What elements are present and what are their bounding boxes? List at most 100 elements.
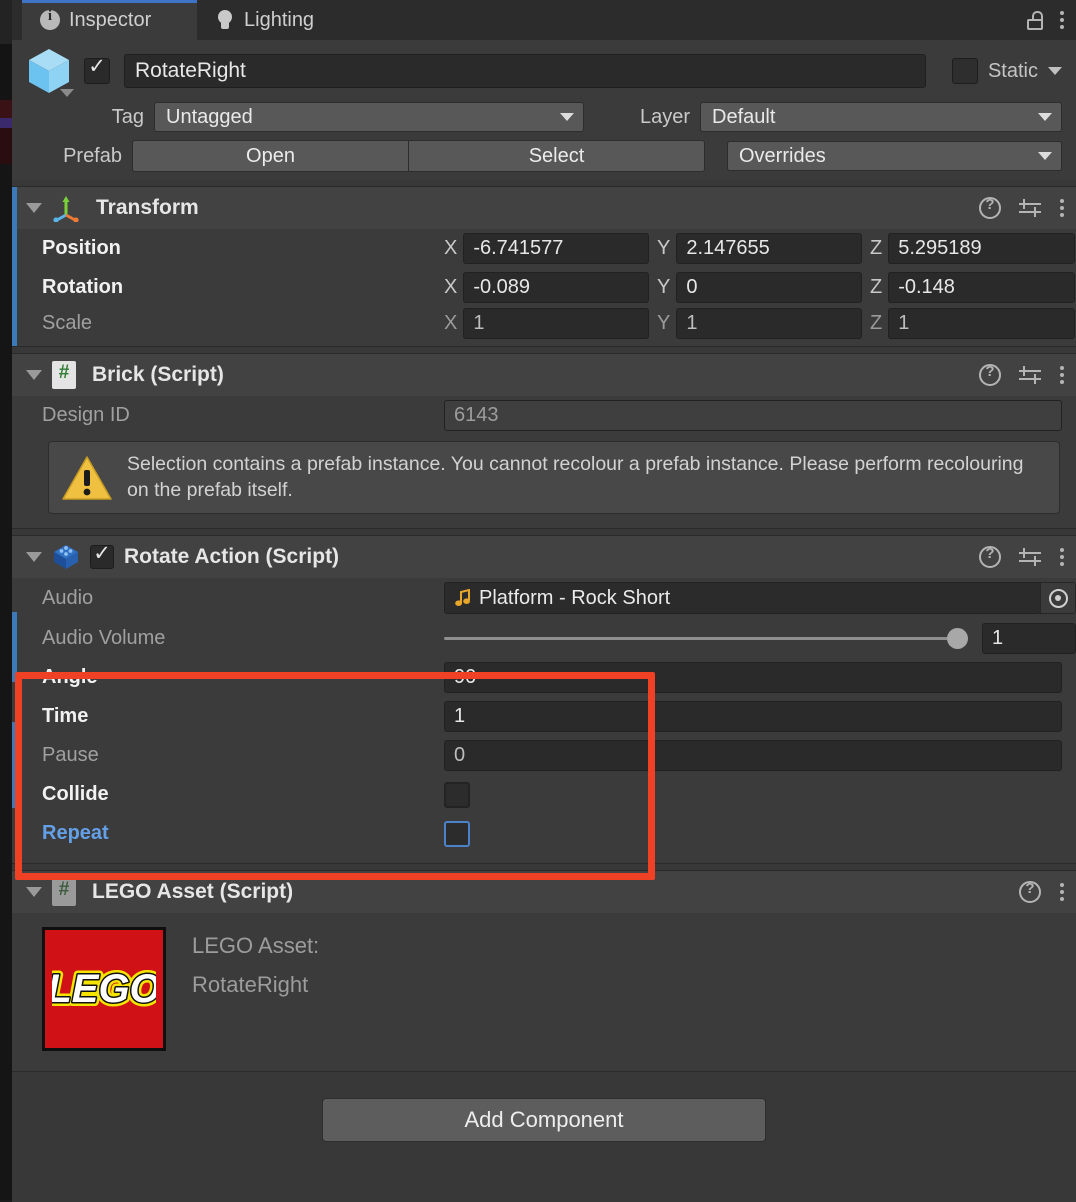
add-component-area: Add Component <box>12 1072 1076 1143</box>
gameobject-header: RotateRight Static Tag Untagged Layer De… <box>12 40 1076 180</box>
foldout-caret-icon[interactable] <box>26 370 42 380</box>
audio-volume-label: Audio Volume <box>42 626 166 649</box>
audio-volume-input[interactable]: 1 <box>982 622 1076 654</box>
help-icon[interactable] <box>979 545 1001 569</box>
rotation-x-input[interactable]: -0.089 <box>463 272 649 303</box>
prefab-select-button[interactable]: Select <box>409 140 705 172</box>
scale-x-input[interactable]: 1 <box>463 308 649 339</box>
scale-y-input[interactable]: 1 <box>676 308 862 339</box>
static-label: Static <box>987 59 1038 82</box>
prefab-cube-caret-icon <box>60 89 74 97</box>
repeat-checkbox[interactable] <box>444 820 470 847</box>
object-picker-icon[interactable] <box>1040 582 1076 615</box>
audio-clip-note-icon <box>455 589 471 607</box>
rotation-label: Rotation <box>42 276 124 298</box>
position-label: Position <box>42 237 121 259</box>
layer-dropdown[interactable]: Default <box>700 102 1062 132</box>
lego-logo-icon: LEGO LEGO <box>42 927 166 1052</box>
time-label: Time <box>42 705 89 728</box>
override-indicator-bar <box>12 612 17 683</box>
warning-triangle-icon <box>61 455 113 501</box>
layer-label: Layer <box>639 105 690 128</box>
scale-y-axis-label: Y <box>657 312 671 334</box>
angle-input[interactable]: 90 <box>444 662 1062 694</box>
kebab-menu-icon[interactable] <box>1059 199 1064 217</box>
rotation-y-input[interactable]: 0 <box>676 272 862 303</box>
rotate-action-title: Rotate Action (Script) <box>124 545 340 569</box>
transform-position-row: Position X -6.741577 Y 2.147655 Z 5.2951… <box>12 229 1076 268</box>
csharp-script-icon <box>52 878 76 907</box>
audio-volume-row: Audio Volume 1 <box>12 618 1076 658</box>
slider-knob[interactable] <box>947 627 968 649</box>
transform-title: Transform <box>96 196 199 219</box>
tab-inspector[interactable]: Inspector <box>22 0 197 40</box>
preset-settings-icon[interactable] <box>1019 365 1041 385</box>
rotate-action-enabled-checkbox[interactable] <box>90 541 114 570</box>
prefab-recolour-warning: Selection contains a prefab instance. Yo… <box>48 441 1060 515</box>
preset-settings-icon[interactable] <box>1019 198 1041 218</box>
info-icon <box>40 8 60 30</box>
kebab-menu-icon[interactable] <box>1059 11 1064 29</box>
help-icon[interactable] <box>1019 880 1041 904</box>
pause-input[interactable]: 0 <box>444 740 1062 772</box>
transform-header[interactable]: Transform <box>12 187 1076 229</box>
scale-x-axis-label: X <box>444 312 458 334</box>
help-icon[interactable] <box>979 196 1001 219</box>
rotation-x-axis-label: X <box>444 276 458 298</box>
kebab-menu-icon[interactable] <box>1059 366 1064 384</box>
repeat-row: Repeat <box>12 814 1076 853</box>
static-dropdown-caret-icon[interactable] <box>1048 67 1062 75</box>
transform-rotation-row: Rotation X -0.089 Y 0 Z -0.148 <box>12 268 1076 307</box>
position-y-input[interactable]: 2.147655 <box>676 233 862 264</box>
override-indicator-bar <box>12 722 17 809</box>
rotate-action-header[interactable]: Rotate Action (Script) <box>12 536 1076 579</box>
prefab-open-button[interactable]: Open <box>132 140 409 172</box>
position-x-input[interactable]: -6.741577 <box>463 233 649 264</box>
component-transform: Transform Position X -6.741577 Y 2.14765… <box>12 186 1076 347</box>
panel-tab-bar-actions <box>1027 0 1064 40</box>
time-input[interactable]: 1 <box>444 701 1062 733</box>
repeat-label: Repeat <box>42 822 109 845</box>
scale-z-input[interactable]: 1 <box>888 308 1075 339</box>
prefab-overrides-dropdown[interactable]: Overrides <box>727 141 1062 171</box>
scale-z-axis-label: Z <box>870 312 883 334</box>
kebab-menu-icon[interactable] <box>1059 883 1064 902</box>
foldout-caret-icon[interactable] <box>26 203 42 213</box>
brick-title: Brick (Script) <box>92 363 224 386</box>
help-icon[interactable] <box>979 363 1001 386</box>
foldout-caret-icon[interactable] <box>26 887 42 898</box>
brick-design-id-row: Design ID 6143 <box>12 396 1076 435</box>
audio-volume-slider[interactable] <box>444 622 968 654</box>
position-x-axis-label: X <box>444 237 458 259</box>
audio-object-field[interactable]: Platform - Rock Short <box>444 582 1041 615</box>
override-indicator-bar <box>12 187 17 346</box>
collide-label: Collide <box>42 783 109 806</box>
scale-label: Scale <box>42 312 93 334</box>
position-z-input[interactable]: 5.295189 <box>888 233 1075 264</box>
foldout-caret-icon[interactable] <box>26 552 42 563</box>
prefab-label: Prefab <box>63 144 122 167</box>
add-component-button[interactable]: Add Component <box>322 1098 766 1143</box>
lego-asset-header[interactable]: LEGO Asset (Script) <box>12 871 1076 914</box>
transform-scale-row: Scale X 1 Y 1 Z 1 <box>12 307 1076 346</box>
audio-row: Audio Platform - Rock Short <box>12 578 1076 618</box>
unlocked-padlock-icon[interactable] <box>1027 10 1043 30</box>
prefab-cube-icon[interactable] <box>26 47 74 97</box>
gameobject-enabled-checkbox[interactable] <box>84 54 110 84</box>
static-checkbox[interactable] <box>951 58 978 84</box>
gameobject-name-input[interactable]: RotateRight <box>124 54 926 88</box>
component-rotate-action: Rotate Action (Script) Audio <box>12 535 1076 865</box>
brick-header[interactable]: Brick (Script) <box>12 354 1076 396</box>
lego-asset-title: LEGO Asset (Script) <box>92 880 294 904</box>
kebab-menu-icon[interactable] <box>1059 548 1064 567</box>
tag-dropdown[interactable]: Untagged <box>154 102 584 132</box>
audio-label: Audio <box>42 586 94 609</box>
prefab-overrides-value: Overrides <box>739 144 826 167</box>
csharp-script-icon <box>52 361 76 389</box>
tab-lighting[interactable]: Lighting <box>197 0 367 40</box>
rotation-z-input[interactable]: -0.148 <box>888 272 1075 303</box>
collide-checkbox[interactable] <box>444 781 470 808</box>
lego-asset-body: LEGO LEGO LEGO Asset: RotateRight <box>12 913 1076 1071</box>
rotation-z-axis-label: Z <box>870 276 883 298</box>
preset-settings-icon[interactable] <box>1019 547 1041 567</box>
